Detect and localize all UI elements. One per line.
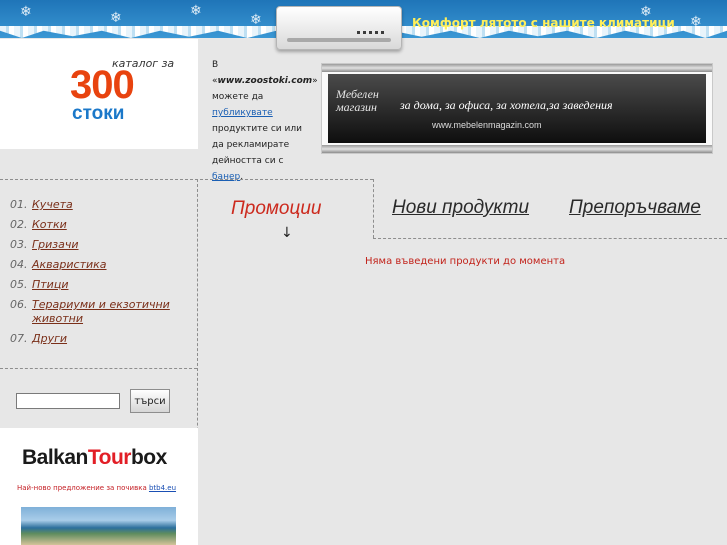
down-arrow-icon: ↓ <box>281 225 293 241</box>
search-button[interactable]: търси <box>130 389 170 413</box>
tab-new-products[interactable]: Нови продукти <box>392 197 529 219</box>
snowflake-icon: ❄ <box>110 10 122 26</box>
category-link[interactable]: Аквaристика <box>32 258 182 272</box>
separator <box>373 238 727 239</box>
banner-url: www.mebelenmagazin.com <box>432 120 542 130</box>
separator <box>0 368 197 369</box>
banner-top-rod <box>322 64 712 72</box>
separator <box>0 179 373 180</box>
balkantourbox-text: Най-ново предложение за почивка btb4.eu <box>17 484 177 492</box>
furniture-ad-banner[interactable]: Мебелен магазин за дома, за офиса, за хо… <box>321 63 713 154</box>
logo-number: 300 <box>70 63 135 107</box>
banner-bottom-rod <box>322 145 712 153</box>
site-logo[interactable]: каталог за 300 стоки <box>0 39 198 149</box>
banner-brand: Мебелен магазин <box>336 87 379 114</box>
beach-photo <box>21 507 176 545</box>
category-link[interactable]: Терариуми и екзотични животни <box>32 298 182 326</box>
site-name: www.zoostoki.com <box>217 76 313 86</box>
logo-word: стоки <box>72 103 125 124</box>
category-link[interactable]: Котки <box>32 218 182 232</box>
category-item[interactable]: 03. Гризачи <box>10 238 182 252</box>
snowflake-icon: ❄ <box>190 3 202 19</box>
tab-recommended[interactable]: Препоръчваме <box>569 197 701 219</box>
air-conditioner-image <box>276 6 402 50</box>
advertise-info: В «www.zoostoki.com» можете да публикува… <box>212 60 318 182</box>
category-item[interactable]: 02. Котки <box>10 218 182 232</box>
empty-products-message: Няма въведени продукти до момента <box>365 256 566 267</box>
separator <box>373 179 374 238</box>
category-link[interactable]: Кучета <box>32 198 182 212</box>
header-promo-text: Комфорт лятото с нашите климатици <box>412 16 675 30</box>
category-item[interactable]: 05. Птици <box>10 278 182 292</box>
btb4-link[interactable]: btb4.eu <box>149 484 176 492</box>
snowflake-icon: ❄ <box>20 4 32 20</box>
balkantourbox-ad[interactable]: BalkanTourbox Най-ново предложение за по… <box>0 428 198 545</box>
banner-link[interactable]: банер <box>212 172 240 182</box>
publish-link[interactable]: публикувате <box>212 108 273 118</box>
category-item[interactable]: 07. Други <box>10 332 182 346</box>
search-input[interactable] <box>16 393 120 409</box>
category-link[interactable]: Други <box>32 332 182 346</box>
snowflake-icon: ❄ <box>250 12 262 28</box>
tab-promotions[interactable]: Промоции <box>231 198 322 220</box>
category-list: 01. Кучета 02. Котки 03. Гризачи 04. Аквaрис… <box>10 198 182 352</box>
category-item[interactable]: 01. Кучета <box>10 198 182 212</box>
category-link[interactable]: Гризачи <box>32 238 182 252</box>
balkantourbox-logo: BalkanTourbox <box>22 446 167 469</box>
category-link[interactable]: Птици <box>32 278 182 292</box>
banner-slogan: за дома, за офиса, за хотела,за заведени… <box>400 98 613 112</box>
category-item[interactable]: 06. Терариуми и екзотични животни <box>10 298 182 326</box>
category-item[interactable]: 04. Аквaристика <box>10 258 182 272</box>
